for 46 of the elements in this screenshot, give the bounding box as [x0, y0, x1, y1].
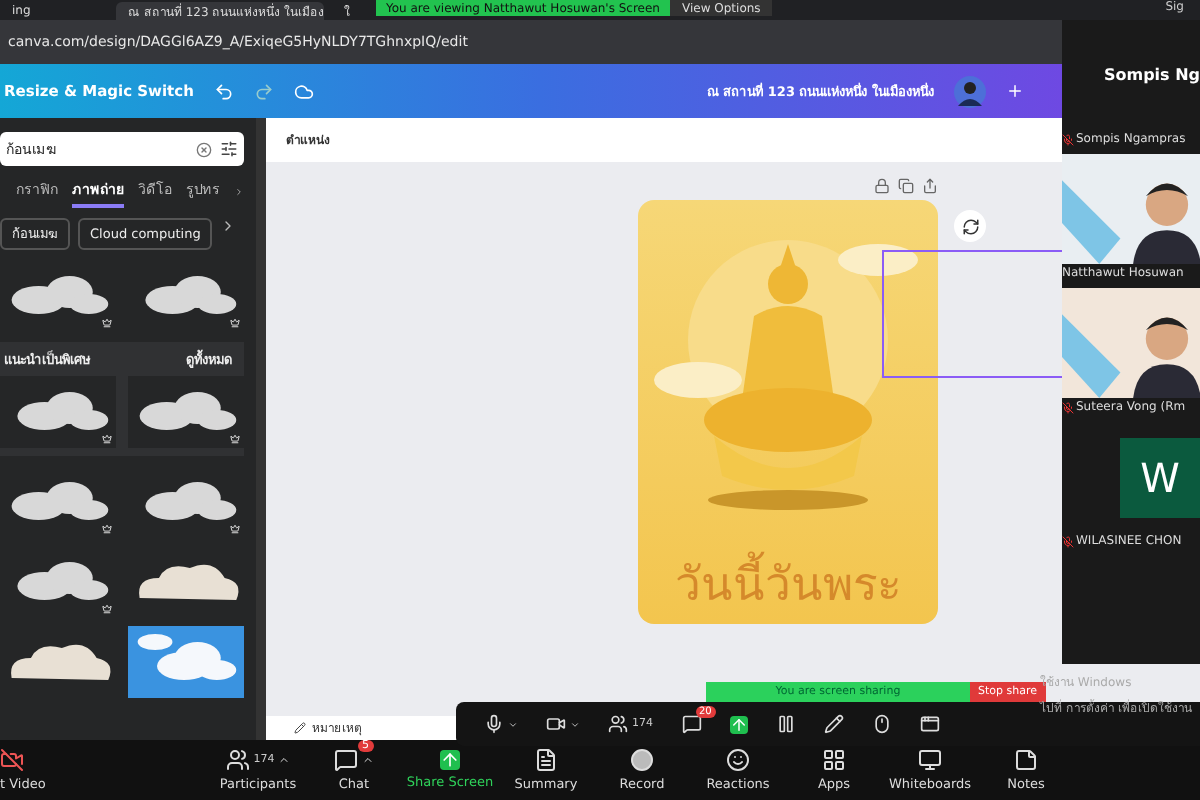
chevron-right-icon[interactable]: [234, 184, 244, 200]
document-icon: [534, 748, 558, 772]
participant-name: Sompis Ng: [1101, 66, 1200, 84]
mic-icon[interactable]: [484, 714, 504, 734]
share-icon[interactable]: [922, 178, 938, 194]
notes-icon: [294, 722, 306, 734]
caret-icon[interactable]: [278, 754, 291, 766]
crown-icon: [230, 318, 240, 328]
apps-icon: [822, 748, 846, 772]
crown-icon: [102, 604, 112, 614]
chat-icon[interactable]: [681, 714, 701, 734]
caret-icon[interactable]: [362, 754, 374, 766]
video-icon[interactable]: [546, 714, 566, 734]
crown-icon: [102, 434, 112, 444]
avatar-icon: [954, 75, 986, 107]
copy-icon[interactable]: [898, 178, 914, 194]
crown-icon: [230, 524, 240, 534]
undo-icon[interactable]: [213, 81, 234, 101]
plus-icon[interactable]: [1006, 82, 1024, 100]
pencil-icon[interactable]: [823, 714, 843, 734]
crown-icon: [230, 434, 240, 444]
participants-icon[interactable]: [608, 714, 628, 734]
mouse-icon[interactable]: [871, 714, 891, 734]
record-icon: [630, 748, 654, 772]
share-screen-icon: [440, 750, 460, 770]
caret-icon[interactable]: [508, 719, 518, 729]
rotate-button[interactable]: [954, 210, 986, 242]
chat-icon: [334, 748, 358, 772]
clear-icon[interactable]: [196, 141, 212, 157]
window-icon[interactable]: [919, 714, 939, 734]
crown-icon: [102, 524, 112, 534]
design-heading: วันนี้วันพระ: [675, 548, 901, 620]
smiley-icon: [726, 748, 750, 772]
filter-icon[interactable]: [220, 140, 238, 158]
cloud-icon[interactable]: [293, 81, 314, 101]
lock-icon[interactable]: [874, 178, 890, 194]
monitor-icon: [918, 748, 942, 772]
share-screen-icon[interactable]: [729, 715, 747, 733]
note-icon: [1014, 748, 1038, 772]
video-off-icon: [0, 748, 24, 772]
participants-icon: [225, 748, 250, 772]
crown-icon: [102, 318, 112, 328]
refresh-icon: [961, 217, 979, 235]
pause-icon[interactable]: [775, 714, 795, 734]
caret-icon[interactable]: [570, 719, 580, 729]
initial-avatar: W: [1120, 437, 1200, 517]
